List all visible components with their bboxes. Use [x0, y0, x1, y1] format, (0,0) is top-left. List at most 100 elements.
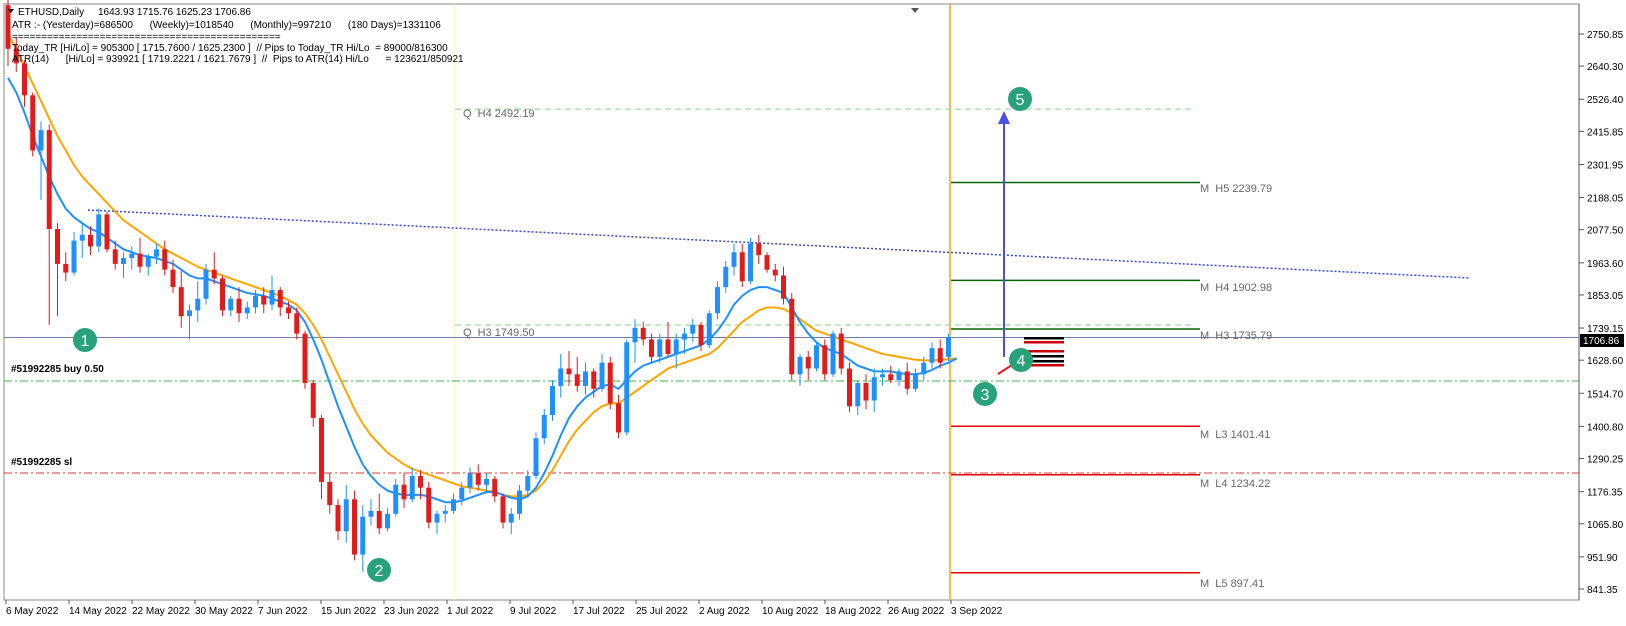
candle-body [847, 368, 852, 407]
candle-body [137, 253, 143, 267]
candle-body [393, 484, 399, 514]
candle-body [517, 490, 522, 514]
candle-body [904, 371, 910, 389]
candle-body [302, 333, 308, 384]
candle-body [764, 255, 770, 270]
m-h5-label: M H5 2239.79 [1200, 183, 1272, 195]
atr14-line: ATR(14) [Hi/Lo] = 939921 [ 1719.2221 / 1… [12, 54, 464, 65]
time-tick-label: 10 Aug 2022 [762, 606, 819, 617]
candle-body [748, 243, 753, 282]
price-tick-label: 1514.70 [1587, 389, 1624, 400]
candle-body [550, 385, 555, 416]
candle-body [154, 249, 159, 257]
candle-body [203, 269, 209, 299]
candle-body [310, 383, 316, 418]
price-tick-label: 1739.15 [1587, 324, 1624, 335]
candle-body [129, 253, 135, 259]
candle-body [583, 371, 588, 386]
candle-body [756, 243, 762, 256]
candle-body [22, 63, 27, 96]
candle-body [96, 214, 102, 247]
candle-body [946, 337, 951, 357]
time-tick-label: 6 May 2022 [6, 606, 59, 617]
candle-body [426, 487, 432, 523]
candle-body [492, 478, 498, 497]
m-h3-label: M H3 1735.79 [1200, 330, 1272, 342]
order-marker [1024, 341, 1064, 344]
candle-body [401, 484, 407, 500]
candle-body [195, 298, 201, 311]
time-tick-label: 7 Jun 2022 [258, 606, 308, 617]
candle-body [814, 345, 819, 369]
candle-body [418, 476, 423, 488]
candle-body [739, 252, 745, 282]
candle-body [888, 374, 894, 381]
candle-body [343, 499, 349, 532]
candle-body [690, 324, 696, 334]
order-marker [1024, 337, 1064, 340]
candle-body [913, 374, 918, 389]
candle-body [170, 269, 176, 288]
candle-body [442, 510, 448, 514]
candle-body [228, 298, 234, 311]
wave-marker-label: 2 [375, 563, 384, 580]
candle-body [838, 333, 844, 369]
time-tick-label: 9 Jul 2022 [510, 606, 557, 617]
candle-body [863, 383, 869, 401]
candle-body [789, 298, 795, 375]
price-tick-label: 951.90 [1587, 553, 1618, 564]
current-price-value: 1706.86 [1583, 336, 1620, 347]
price-tick-label: 2188.05 [1587, 194, 1624, 205]
candle-body [855, 383, 861, 407]
time-tick-label: 17 Jul 2022 [573, 606, 625, 617]
candle-body [624, 342, 630, 433]
candle-body [376, 510, 382, 529]
candle-body [475, 473, 481, 485]
candle-body [352, 499, 357, 555]
time-tick-label: 22 May 2022 [132, 606, 190, 617]
candle-body [830, 333, 836, 375]
price-tick-label: 1290.25 [1587, 455, 1624, 466]
candle-body [632, 327, 638, 343]
candle-body [261, 295, 267, 305]
candle-body [236, 298, 242, 314]
candle-body [459, 487, 465, 500]
candle-body [591, 371, 597, 389]
candle-body [360, 516, 366, 555]
symbol-title: ETHUSD,Daily [18, 7, 84, 18]
candle-body [698, 324, 704, 346]
price-tick-label: 1963.60 [1587, 259, 1624, 270]
candle-body [409, 476, 415, 500]
candle-body [723, 266, 729, 288]
price-chart[interactable]: 1 2 3 4 5 2750.85 2640.30 2526.40 2415.85 2301.9… [0, 0, 1626, 621]
price-tick-label: 2750.85 [1587, 30, 1624, 41]
chart-window[interactable]: 1 2 3 4 5 2750.85 2640.30 2526.40 2415.85 2301.9… [0, 0, 1626, 621]
candle-body [574, 374, 580, 386]
time-tick-label: 26 Aug 2022 [888, 606, 945, 617]
candle-body [731, 252, 737, 267]
candle-body [434, 513, 440, 523]
q-h3-label: Q H3 1749.50 [463, 327, 535, 339]
candle-body [673, 339, 679, 354]
ohlc-values: 1643.93 1715.76 1625.23 1706.86 [98, 7, 251, 18]
time-tick-label: 18 Aug 2022 [825, 606, 882, 617]
candle-body [286, 307, 291, 314]
m-h4-label: M H4 1902.98 [1200, 282, 1272, 294]
today-tr-line: Today_TR [Hi/Lo] = 905300 [ 1715.7600 / … [12, 43, 448, 54]
buy-order-label[interactable]: #51992285 buy 0.50 [11, 364, 104, 375]
candle-body [706, 313, 712, 346]
time-tick-label: 25 Jul 2022 [636, 606, 688, 617]
candle-body [55, 228, 60, 264]
price-tick-label: 1628.60 [1587, 356, 1624, 367]
stop-loss-label[interactable]: #51992285 sl [11, 457, 72, 468]
candle-body [277, 290, 283, 308]
wave-marker-label: 4 [1017, 353, 1026, 370]
price-tick-label: 1400.80 [1587, 422, 1624, 433]
candle-body [88, 234, 93, 247]
price-tick-label: 841.35 [1587, 585, 1618, 596]
candle-body [896, 371, 902, 381]
candle-body [63, 263, 69, 273]
candle-body [599, 362, 605, 389]
candle-body [104, 214, 110, 250]
m-l3-label: M L3 1401.41 [1200, 429, 1270, 441]
